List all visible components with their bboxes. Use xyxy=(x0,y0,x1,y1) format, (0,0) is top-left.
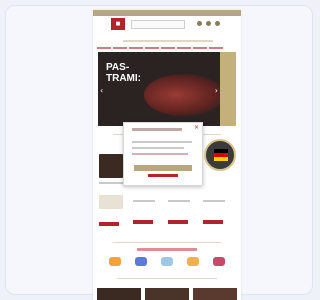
product-text xyxy=(133,200,155,202)
nav-item[interactable] xyxy=(97,47,111,49)
sub-nav[interactable] xyxy=(123,40,213,42)
hero-image xyxy=(144,74,224,116)
hero-title-line2: TRAMI: xyxy=(106,73,141,84)
popup-primary-button[interactable] xyxy=(134,165,192,171)
partner-logo[interactable] xyxy=(213,257,225,266)
hero-banner[interactable]: PAS- TRAMI: ‹ › xyxy=(98,52,236,126)
trust-badge[interactable] xyxy=(204,139,236,171)
product-image[interactable] xyxy=(99,195,123,209)
product-text xyxy=(203,200,225,202)
add-to-cart-button[interactable] xyxy=(168,220,188,224)
account-icon[interactable] xyxy=(197,21,202,26)
partner-logo[interactable] xyxy=(187,257,199,266)
top-info-bar xyxy=(93,10,241,16)
partner-logo[interactable] xyxy=(161,257,173,266)
product-text xyxy=(99,182,123,184)
add-to-cart-button[interactable] xyxy=(133,220,153,224)
popup-text xyxy=(132,141,192,143)
shop-logo[interactable]: ■ xyxy=(111,18,125,30)
chevron-left-icon[interactable]: ‹ xyxy=(100,86,103,95)
add-to-cart-button[interactable] xyxy=(203,220,223,224)
popup-title xyxy=(132,128,182,131)
section-divider xyxy=(113,242,221,243)
add-to-cart-button[interactable] xyxy=(99,222,119,226)
popup-dialog[interactable]: × xyxy=(123,122,203,186)
close-icon[interactable]: × xyxy=(194,125,199,131)
hero-title-line1: PAS- xyxy=(106,62,130,73)
category-image[interactable] xyxy=(97,288,141,300)
search-input[interactable] xyxy=(131,20,185,29)
nav-item[interactable] xyxy=(113,47,127,49)
popup-text xyxy=(132,153,188,155)
cart-icon[interactable] xyxy=(215,21,220,26)
nav-item[interactable] xyxy=(129,47,143,49)
main-nav[interactable] xyxy=(97,34,237,49)
partner-logo[interactable] xyxy=(135,257,147,266)
nav-item[interactable] xyxy=(161,47,175,49)
nav-item[interactable] xyxy=(209,47,223,49)
chevron-right-icon[interactable]: › xyxy=(215,86,218,95)
wishlist-icon[interactable] xyxy=(206,21,211,26)
category-image[interactable] xyxy=(145,288,189,300)
section-divider xyxy=(117,278,217,279)
website-screenshot: ■ PAS- TRAMI: ‹ › × xyxy=(93,10,241,300)
product-image[interactable] xyxy=(99,154,123,178)
popup-secondary-link[interactable] xyxy=(148,174,178,177)
category-image[interactable] xyxy=(193,288,237,300)
hero-title: PAS- TRAMI: xyxy=(106,62,141,84)
partners-heading xyxy=(137,248,197,251)
nav-item[interactable] xyxy=(193,47,207,49)
nav-item[interactable] xyxy=(177,47,191,49)
nav-item[interactable] xyxy=(145,47,159,49)
hero-side-panel xyxy=(220,52,236,126)
germany-flag-icon xyxy=(214,149,228,161)
popup-text xyxy=(132,147,184,149)
partner-logo[interactable] xyxy=(109,257,121,266)
product-text xyxy=(168,200,190,202)
